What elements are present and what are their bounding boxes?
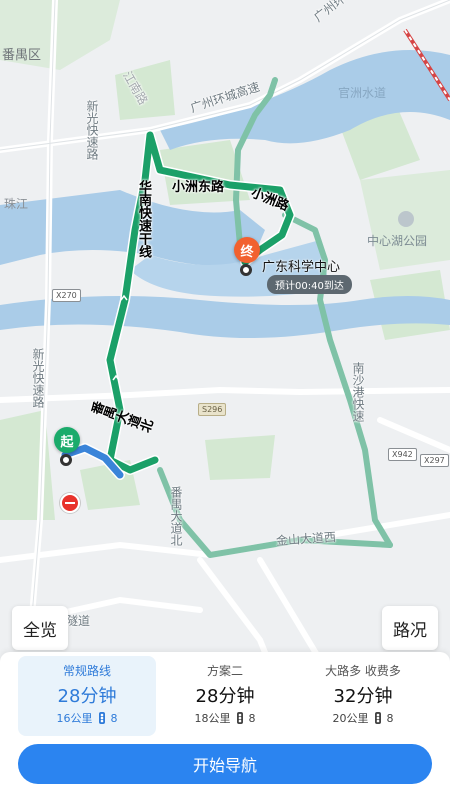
traffic-light-icon [372,712,384,724]
route-panel: 常规路线 28分钟 16公里 8 方案二 28分钟 18公里 8 大路多 收费多… [0,652,450,800]
route-time: 28分钟 [195,686,255,707]
road-label-xinguang-south: 新光快速路 [31,348,45,408]
road-shield-x270: X270 [52,289,81,302]
start-navigation-button[interactable]: 开始导航 [18,744,432,784]
end-pin-icon[interactable]: 终 [234,237,260,263]
route-name: 方案二 [206,664,243,678]
river-label: 珠江 [4,197,29,211]
road-label-huanan-expressway: 华南快速干线 [136,180,151,258]
park-icon [398,211,414,227]
route-option-3[interactable]: 大路多 收费多 32分钟 20公里 8 [294,656,432,736]
route-option-2[interactable]: 方案二 28分钟 18公里 8 [156,656,294,736]
traffic-light-icon [96,712,108,724]
road-shield-x942: X942 [388,448,417,461]
road-label-panyu-avenue-2: 番禺大道北 [169,486,183,546]
road-label-tunnel: 隧道 [66,614,91,628]
park-label: 中心湖公园 [367,234,428,248]
waterway-label: 官洲水道 [338,86,387,100]
route-time: 32分钟 [333,686,393,707]
road-label-nansha-expressway: 南沙港快速 [351,362,365,422]
road-label-xiaozhou-east: 小洲东路 [172,180,225,195]
route-options: 常规路线 28分钟 16公里 8 方案二 28分钟 18公里 8 大路多 收费多… [18,656,432,736]
route-distance: 20公里 [332,712,369,725]
overview-button[interactable]: 全览 [12,606,68,650]
route-lights: 8 [248,711,256,725]
traffic-light-icon [234,712,246,724]
eta-badge: 预计00:40到达 [267,275,352,294]
route-lights: 8 [110,711,118,725]
route-meta: 16公里 8 [57,710,118,726]
road-label-xinguang-north: 新光快速路 [85,100,99,160]
no-entry-icon [60,493,80,513]
destination-name[interactable]: 广东科学中心 [262,256,340,275]
route-name: 常规路线 [62,664,111,678]
route-lights: 8 [386,711,394,725]
district-label: 番禺区 [2,48,42,63]
route-meta: 20公里 8 [333,710,394,726]
road-shield-x297: X297 [420,454,449,467]
route-distance: 18公里 [194,712,231,725]
start-pin-icon[interactable]: 起 [54,427,80,453]
route-distance: 16公里 [56,712,93,725]
destination-dot [240,264,252,276]
route-time: 28分钟 [57,686,117,707]
route-meta: 18公里 8 [195,710,256,726]
route-name: 大路多 收费多 [325,664,401,678]
traffic-button[interactable]: 路况 [382,606,438,650]
route-option-1[interactable]: 常规路线 28分钟 16公里 8 [18,656,156,736]
start-location-dot [60,454,72,466]
road-shield-s296: S296 [198,403,227,416]
